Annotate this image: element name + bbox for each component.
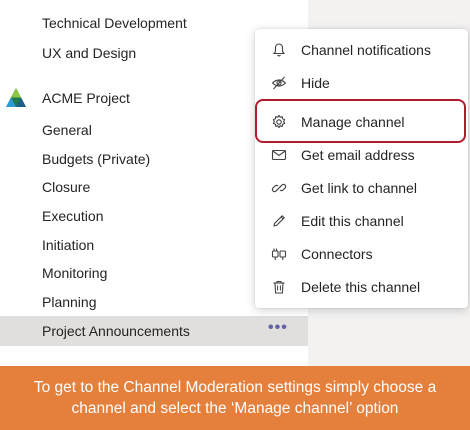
menu-item-edit-this-channel[interactable]: Edit this channel [255,205,468,237]
menu-item-delete-this-channel[interactable]: Delete this channel [255,271,468,303]
trash-icon [273,280,285,294]
menu-item-connectors[interactable]: Connectors [255,238,468,270]
hide-icon [271,76,287,90]
channel-monitoring[interactable]: Monitoring [42,264,107,282]
team-name: ACME Project [42,90,130,106]
manage-channel-highlight [255,99,466,143]
channel-general[interactable]: General [42,121,92,139]
menu-item-get-link-to-channel[interactable]: Get link to channel [255,172,468,204]
channel-project-announcements[interactable]: Project Announcements ••• [0,316,308,346]
channel-planning[interactable]: Planning [42,293,97,311]
connectors-icon [271,248,287,260]
channel-execution[interactable]: Execution [42,207,103,225]
pencil-icon [273,215,285,227]
channel-budgets-private[interactable]: Budgets (Private) [42,150,150,168]
channel-closure[interactable]: Closure [42,178,90,196]
bell-icon [272,43,286,57]
channel-initiation[interactable]: Initiation [42,236,94,254]
menu-item-hide[interactable]: Hide [255,67,468,99]
selected-channel-label: Project Announcements [42,323,190,339]
caption-line-1: To get to the Channel Moderation setting… [33,379,437,396]
more-options-icon[interactable]: ••• [268,320,292,339]
instruction-caption: To get to the Channel Moderation setting… [0,366,470,430]
channel-context-menu: Channel notifications Hide Manage channe… [255,29,468,308]
channel-ux-and-design[interactable]: UX and Design [42,44,136,62]
envelope-icon [271,149,287,161]
menu-item-channel-notifications[interactable]: Channel notifications [255,34,468,66]
caption-line-2: channel and select the ‘Manage channel’ … [71,400,399,417]
menu-item-get-email-address[interactable]: Get email address [255,139,468,171]
channel-technical-development[interactable]: Technical Development [42,14,187,32]
acme-logo-icon [6,88,26,107]
link-icon [271,183,287,193]
